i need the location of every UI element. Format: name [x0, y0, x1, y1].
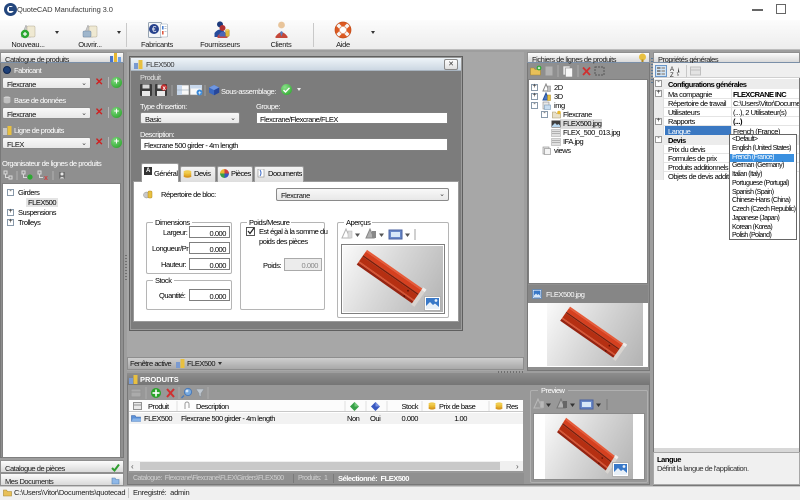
svg-text:Z: Z: [670, 73, 674, 77]
svg-text:x: x: [44, 175, 48, 181]
